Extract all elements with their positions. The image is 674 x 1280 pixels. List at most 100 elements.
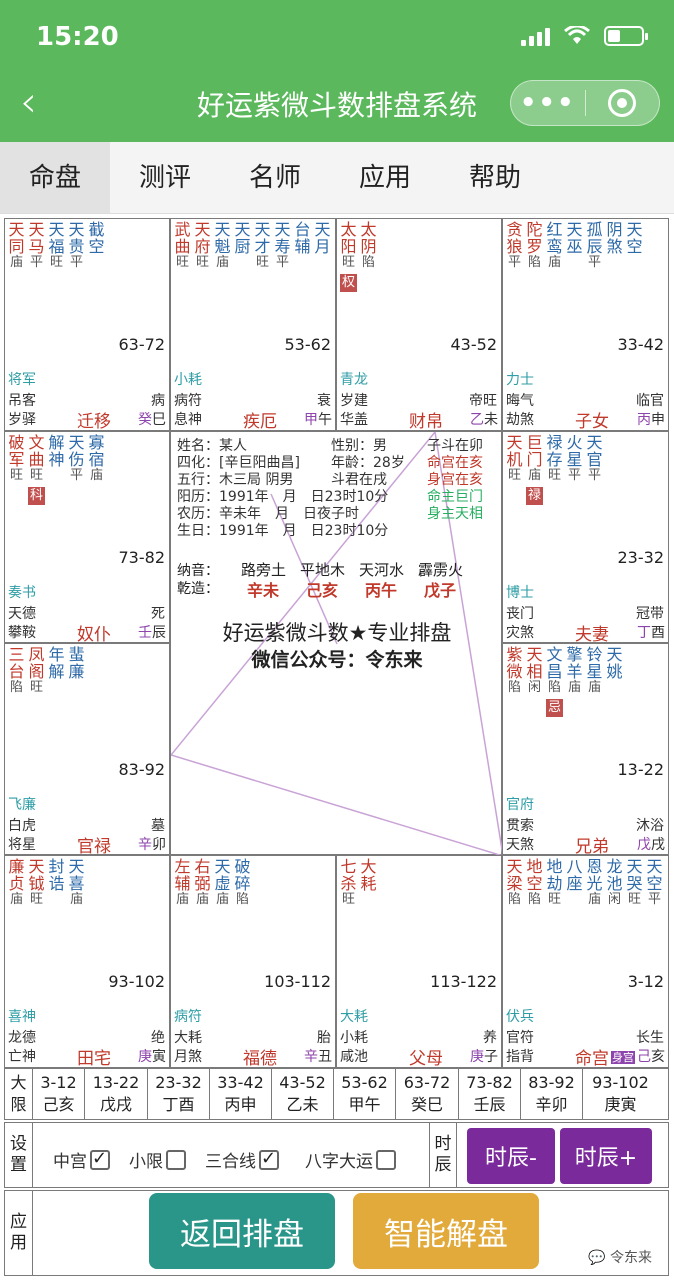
info-side-0: 子斗在卯 [427,438,483,454]
palace-name: 奴仆 [77,625,111,643]
option-三合线[interactable]: 三合线 [205,1147,279,1172]
ganzhi: 戊戌 [637,834,665,854]
star: 封诰 [48,859,65,909]
smart-reading-button[interactable]: 智能解盘 [353,1193,539,1269]
decade-cell[interactable]: 93-102 庚寅 [583,1069,658,1119]
star-brightness: 旺 [175,255,189,270]
menu-capsule: ••• [510,80,660,126]
palace-子女[interactable]: 贪狼平陀罗陷红鸾庙天巫孤辰平阴煞天空 33-42 力士 晦气 劫煞 临官 子女 丙申 [502,218,669,431]
palace-田宅[interactable]: 廉贞庙天钺旺封诰天喜庙 93-102 喜神 龙德 亡神 绝田宅 庚寅 [4,855,170,1068]
shensha-god: 亡神 [8,1049,36,1065]
palace-财帛[interactable]: 太阳旺权太阴陷 43-52 青龙 岁建 华盖 帝旺 财帛 乙未 [336,218,502,431]
star: 凤阁旺 [28,647,45,697]
star: 禄存旺 [546,435,563,505]
star: 寡宿庙 [88,435,105,505]
star-glyph: 空 [646,874,663,893]
decade-cell[interactable]: 53-62 甲午 [334,1069,396,1119]
star: 天马平 [28,222,45,272]
star-brightness: 旺 [195,255,209,270]
decade-range: 83-92 [528,1073,575,1092]
changsheng-stage: 帝旺 [469,393,497,409]
palace-福德[interactable]: 左辅庙右弼庙天虚庙破碎陷 103-112 病符 大耗 月煞 胎福德 辛丑 [170,855,336,1068]
decade-cell[interactable]: 83-92 辛卯 [521,1069,583,1119]
option-小限[interactable]: 小限 [129,1147,186,1172]
star-glyph: 星 [566,450,583,469]
star-brightness: 旺 [627,892,641,907]
checkbox-icon[interactable] [259,1148,279,1170]
wifi-icon [564,26,590,44]
star: 阴煞 [606,222,623,272]
tab-2[interactable]: 名师 [220,142,330,213]
decade-range: 33-42 [217,1073,264,1092]
decade-range: 93-102 [108,972,165,991]
more-button[interactable]: ••• [511,88,585,118]
checkbox-icon[interactable] [166,1149,186,1170]
star: 天贵平 [68,222,85,272]
star-glyph: 羊 [566,662,583,681]
palace-name: 疾厄 [243,412,277,431]
palace-命宫[interactable]: 天梁陷地空陷地劫旺八座恩光庙龙池闲天哭旺天空平 3-12 伏兵 官符 指背 长生 命宫 身宫己… [502,855,669,1068]
tab-0[interactable]: 命盘 [0,142,110,213]
decade-cell[interactable]: 73-82 壬辰 [459,1069,521,1119]
shensha-god: 月煞 [174,1049,202,1065]
ganzhi: 辛卯 [138,834,166,854]
option-中宫[interactable]: 中宫 [53,1147,110,1172]
info-row-1: 四化：[辛巨阳曲昌] [177,455,300,471]
star-glyph: 神 [48,450,65,469]
hour-prev-button[interactable]: 时辰- [467,1128,555,1184]
palace-父母[interactable]: 七杀旺大耗 113-122 大耗 小耗 咸池 养父母 庚子 [336,855,502,1068]
decade-cell[interactable]: 63-72 癸巳 [396,1069,459,1119]
battery-icon [604,26,648,46]
close-button[interactable] [586,89,660,117]
star-list: 天梁陷地空陷地劫旺八座恩光庙龙池闲天哭旺天空平 [506,859,663,909]
tab-4[interactable]: 帮助 [440,142,550,213]
checkbox-icon[interactable] [90,1148,110,1170]
ganzhi: 丁酉 [637,622,665,642]
decade-cell[interactable]: 3-12 己亥 [33,1069,85,1119]
palace-官禄[interactable]: 三台陷凤阁旺年解蜚廉 83-92 飞廉 白虎 将星 墓官禄 辛卯 [4,643,170,855]
star-glyph: 门 [526,450,543,469]
star: 天巫 [566,222,583,272]
palace-迁移[interactable]: 天同庙天马平天福旺天贵平截空 63-72 将军 吊客 岁驿 病迁移 癸巳 [4,218,170,431]
info-side-3: 命主巨门 [427,489,483,505]
star-brightness: 庙 [215,255,229,270]
jiangqian-god: 吊客 [8,393,36,409]
close-icon [608,89,637,117]
decade-range: 113-122 [430,972,497,991]
star-glyph: 微 [506,662,523,681]
star-brightness: 庙 [587,680,601,695]
back-to-chart-button[interactable]: 返回排盘 [149,1193,335,1269]
shensha-god: 岁驿 [8,412,36,428]
tab-1[interactable]: 测评 [110,142,220,213]
tab-3[interactable]: 应用 [330,142,440,213]
hour-next-button[interactable]: 时辰+ [560,1128,652,1184]
star-list: 天机旺巨门庙禄禄存旺火星平天官平 [506,435,603,505]
palace-疾厄[interactable]: 武曲旺天府旺天魁庙天厨天才旺天寿平台辅天月天刑天使平 53-62 小耗病符息神 衰疾厄… [170,218,336,431]
palace-奴仆[interactable]: 破军旺文曲旺科解神天伤平寡宿庙 73-82 奏书 天德 攀鞍 死奴仆 壬辰 [4,431,170,643]
stem: 壬 [138,625,152,641]
decade-cell[interactable]: 13-22 戊戌 [85,1069,148,1119]
star-brightness: 平 [275,255,289,270]
decade-cell[interactable]: 33-42 丙申 [210,1069,272,1119]
checkbox-icon[interactable] [376,1149,396,1170]
decade-ganzhi: 辛卯 [535,1095,568,1114]
app: 15:20 ‹ 好运紫微斗数排盘系统 ••• 命盘 测评 名师 应用 帮助 姓名：某人性… [0,0,674,1280]
shensha-god: 指背 [506,1049,534,1065]
star-brightness: 庙 [587,892,601,907]
palace-夫妻[interactable]: 天机旺巨门庙禄禄存旺火星平天官平 23-32 博士 丧门 灾煞 冠带 夫妻 丁酉 [502,431,669,643]
star-glyph: 曲 [28,450,45,469]
star-list: 七杀旺大耗 [340,859,377,909]
palace-兄弟[interactable]: 紫微陷天相闲文昌陷忌擎羊庙铃星庙天姚 13-22 官府 贯索 天煞 沐浴 兄弟 戊戌 [502,643,669,855]
star-glyph: 相 [526,662,543,681]
decade-cell[interactable]: 23-32 丁酉 [148,1069,210,1119]
option-八字大运[interactable]: 八字大运 [305,1147,396,1172]
decade-cell[interactable]: 43-52 乙未 [272,1069,334,1119]
stem: 己 [637,1049,651,1065]
stem: 辛 [304,1049,318,1065]
star-glyph: 府 [194,237,211,256]
info-row-4: 农历：辛未年 月 日夜子时 [177,506,359,522]
decade-range: 73-82 [118,548,166,567]
star: 破碎陷 [234,859,251,909]
star: 贪狼平 [506,222,523,272]
star: 解神 [48,435,65,505]
